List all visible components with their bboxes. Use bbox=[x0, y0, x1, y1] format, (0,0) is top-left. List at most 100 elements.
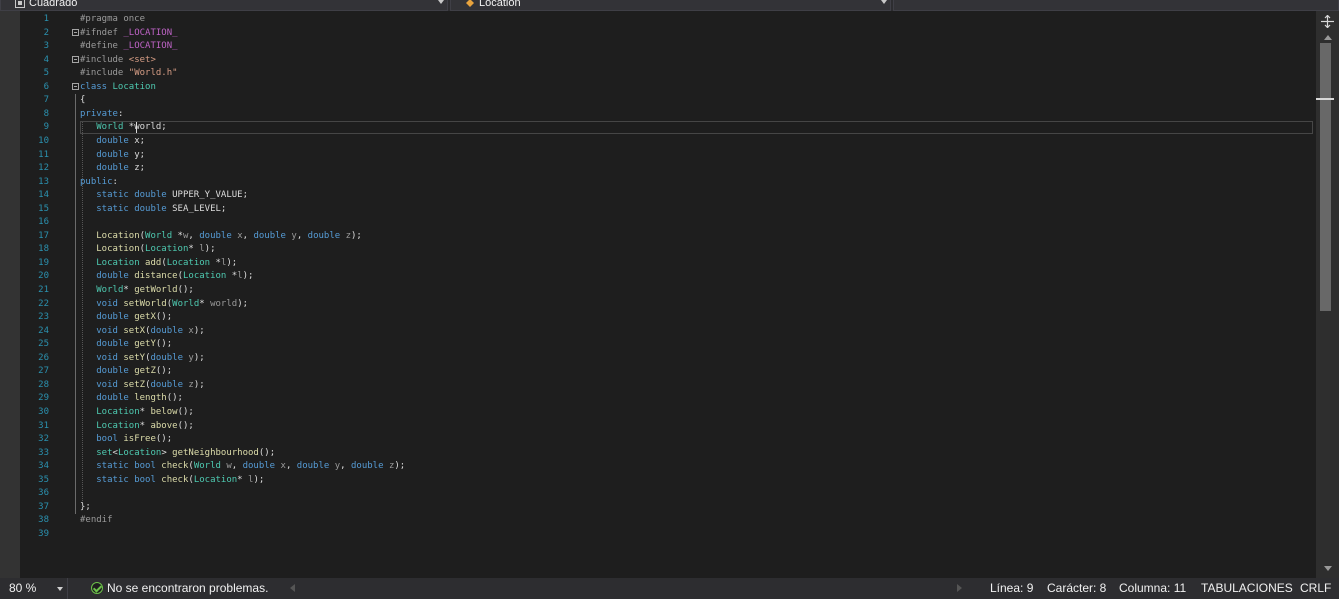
code-token: { bbox=[80, 95, 86, 106]
code-text: #ifndef _LOCATION_ bbox=[80, 27, 178, 40]
code-token: ); bbox=[204, 244, 216, 255]
code-token: getWorld bbox=[134, 285, 178, 295]
code-line[interactable]: 26 void setY(double y); bbox=[0, 352, 1316, 365]
collapse-icon[interactable] bbox=[72, 28, 79, 36]
code-text: double distance(Location *l); bbox=[80, 270, 253, 283]
code-line[interactable]: 17 Location(World *w, double x, double y… bbox=[0, 230, 1316, 243]
code-token: distance bbox=[134, 271, 178, 282]
code-line[interactable]: 6 class Location bbox=[0, 81, 1316, 94]
problems-status[interactable]: No se encontraron problemas. bbox=[107, 581, 268, 595]
code-token: double bbox=[307, 230, 341, 241]
code-token: , bbox=[242, 230, 254, 241]
code-line[interactable]: 14 static double UPPER_Y_VALUE; bbox=[0, 189, 1316, 202]
code-line[interactable]: 36 bbox=[0, 487, 1316, 500]
scroll-down-icon[interactable] bbox=[1324, 566, 1332, 571]
scrollbar-thumb[interactable] bbox=[1320, 43, 1331, 311]
code-token: setZ bbox=[123, 379, 146, 390]
code-line[interactable]: 34 static bool check(World w, double x, … bbox=[0, 460, 1316, 473]
line-number: 10 bbox=[38, 135, 49, 146]
project-dropdown[interactable]: Cuadrado bbox=[0, 0, 448, 11]
code-line[interactable]: 22 void setWorld(World* world); bbox=[0, 298, 1316, 311]
member-dropdown[interactable] bbox=[893, 0, 1339, 11]
code-line[interactable]: 27 double getZ(); bbox=[0, 365, 1316, 378]
code-token: public bbox=[80, 176, 113, 187]
code-token: double bbox=[150, 352, 183, 363]
code-line[interactable]: 2 #ifndef _LOCATION_ bbox=[0, 27, 1316, 40]
code-text: set<Location> getNeighbourhood(); bbox=[80, 447, 275, 460]
code-token: Location bbox=[96, 244, 140, 255]
line-number: 6 bbox=[43, 81, 49, 92]
code-line[interactable]: 8 private: bbox=[0, 108, 1316, 121]
code-line[interactable]: 39 bbox=[0, 528, 1316, 541]
split-editor-icon[interactable] bbox=[1321, 15, 1334, 28]
code-line[interactable]: 35 static bool check(Location* l); bbox=[0, 474, 1316, 487]
code-line[interactable]: 18 Location(Location* l); bbox=[0, 243, 1316, 256]
previous-issue-icon[interactable] bbox=[290, 584, 295, 592]
code-line[interactable]: 30 Location* below(); bbox=[0, 406, 1316, 419]
code-text: #include <set> bbox=[80, 54, 156, 67]
code-editor[interactable]: 1 #pragma once 2 #ifndef _LOCATION_ 3 #define… bbox=[0, 11, 1316, 578]
code-token: double bbox=[96, 149, 129, 160]
code-line[interactable]: 38 #endif bbox=[0, 514, 1316, 527]
char-indicator[interactable]: Carácter: 8 bbox=[1047, 581, 1106, 595]
code-token: : bbox=[112, 176, 118, 187]
line-number: 23 bbox=[38, 312, 49, 323]
code-line[interactable]: 4 #include <set> bbox=[0, 54, 1316, 67]
zoom-dropdown[interactable]: 80 % bbox=[0, 578, 68, 599]
code-line[interactable]: 20 double distance(Location *l); bbox=[0, 270, 1316, 283]
code-line[interactable]: 7{ bbox=[0, 94, 1316, 107]
scope-dropdown[interactable]: Location bbox=[450, 0, 891, 11]
code-line[interactable]: 1 #pragma once bbox=[0, 13, 1316, 26]
code-text: #pragma once bbox=[80, 13, 145, 26]
code-line[interactable]: 25 double getY(); bbox=[0, 338, 1316, 351]
code-line[interactable]: 24 void setX(double x); bbox=[0, 325, 1316, 338]
code-token: , bbox=[188, 230, 200, 241]
line-ending[interactable]: CRLF bbox=[1300, 581, 1331, 595]
line-indicator[interactable]: Línea: 9 bbox=[990, 581, 1033, 595]
code-text: bool isFree(); bbox=[80, 433, 172, 446]
code-line[interactable]: 10 double x; bbox=[0, 135, 1316, 148]
code-line[interactable]: 9 World *world; bbox=[0, 121, 1316, 135]
code-line[interactable]: 11 double y; bbox=[0, 149, 1316, 162]
column-indicator[interactable]: Columna: 11 bbox=[1119, 581, 1186, 595]
check-circle-icon[interactable] bbox=[91, 582, 103, 594]
code-line[interactable]: 21 World* getWorld(); bbox=[0, 284, 1316, 297]
project-dropdown-label: Cuadrado bbox=[29, 0, 78, 9]
next-issue-icon[interactable] bbox=[957, 584, 962, 592]
code-line[interactable]: 5 #include "World.h" bbox=[0, 67, 1316, 80]
code-token: *world; bbox=[123, 122, 167, 133]
code-line[interactable]: 15 static double SEA_LEVEL; bbox=[0, 203, 1316, 216]
indentation-mode[interactable]: TABULACIONES bbox=[1201, 581, 1293, 595]
code-line[interactable]: 31 Location* above(); bbox=[0, 420, 1316, 433]
line-number: 19 bbox=[38, 257, 49, 268]
code-line[interactable]: 33 set<Location> getNeighbourhood(); bbox=[0, 447, 1316, 460]
code-line[interactable]: 23 double getX(); bbox=[0, 311, 1316, 324]
vertical-scrollbar[interactable] bbox=[1316, 11, 1339, 578]
code-token: void bbox=[96, 379, 118, 390]
code-text: void setWorld(World* world); bbox=[80, 298, 248, 311]
code-line[interactable]: 13 public: bbox=[0, 176, 1316, 189]
code-line[interactable]: 32 bool isFree(); bbox=[0, 433, 1316, 446]
code-token: static bool bbox=[96, 474, 156, 485]
collapse-icon[interactable] bbox=[72, 82, 79, 90]
code-line[interactable]: 28 void setZ(double z); bbox=[0, 379, 1316, 392]
code-line[interactable]: 29 double length(); bbox=[0, 392, 1316, 405]
code-line[interactable]: 3 #define _LOCATION_ bbox=[0, 40, 1316, 53]
code-token: getNeighbourhood bbox=[172, 447, 259, 458]
code-line[interactable]: 19 Location add(Location *l); bbox=[0, 257, 1316, 270]
code-token: Location bbox=[193, 474, 238, 485]
collapse-icon[interactable] bbox=[72, 55, 79, 63]
code-token: _LOCATION_ bbox=[123, 27, 178, 38]
code-line[interactable]: 16 bbox=[0, 216, 1316, 229]
code-line[interactable]: 37}; bbox=[0, 501, 1316, 514]
scroll-up-icon[interactable] bbox=[1324, 35, 1332, 40]
code-line[interactable]: 12 double z; bbox=[0, 162, 1316, 175]
line-number: 21 bbox=[38, 285, 49, 295]
code-text: double getZ(); bbox=[80, 365, 172, 378]
